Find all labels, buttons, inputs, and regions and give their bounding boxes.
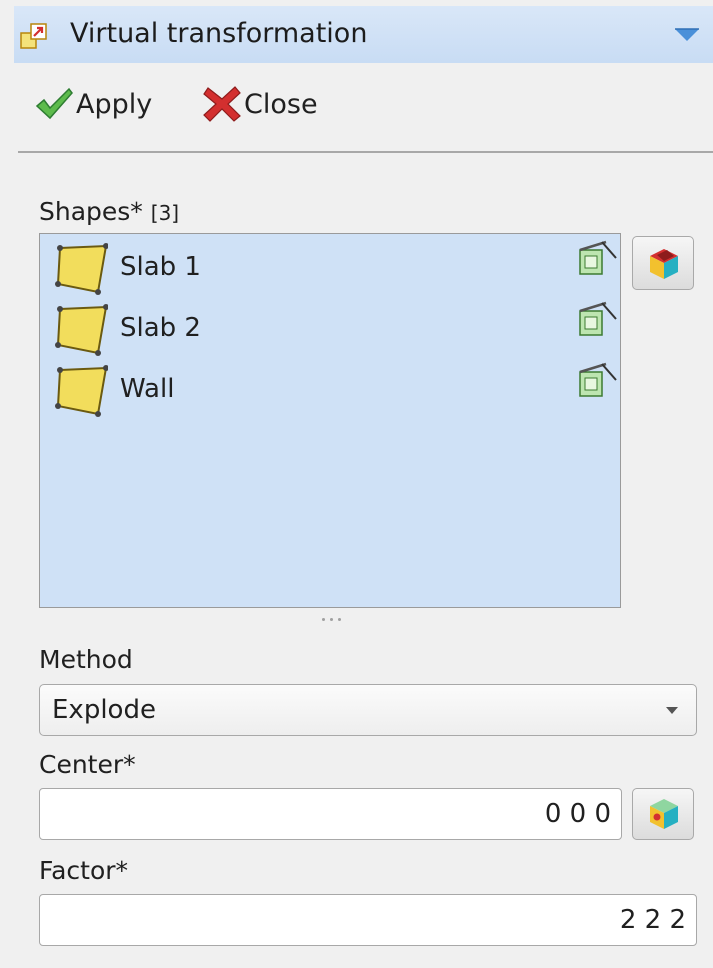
close-button[interactable]: Close [202, 82, 318, 126]
center-label: Center* [39, 750, 136, 779]
factor-input[interactable] [39, 894, 697, 946]
dropdown-arrow-icon [666, 707, 678, 714]
panel-title-bar[interactable]: Virtual transformation [14, 6, 713, 63]
factor-label: Factor* [39, 856, 129, 885]
delete-bin-icon[interactable] [576, 360, 618, 400]
shapes-label-text: Shapes* [39, 197, 143, 226]
cube-point-icon [650, 799, 678, 829]
delete-bin-icon[interactable] [576, 238, 618, 278]
face-shape-icon [55, 304, 108, 356]
list-item[interactable]: Slab 1 [40, 236, 620, 296]
method-label: Method [39, 645, 133, 674]
list-item[interactable]: Slab 2 [40, 297, 620, 357]
chevron-down-icon[interactable] [673, 26, 701, 44]
center-input[interactable] [39, 788, 622, 840]
dialog-button-bar: Apply Close [14, 70, 713, 140]
list-resize-handle[interactable] [318, 612, 348, 624]
virtual-transformation-icon [20, 23, 47, 49]
virtual-transformation-panel: Virtual transformation Apply Close Shape… [0, 0, 713, 968]
close-x-icon [203, 86, 241, 122]
delete-bin-icon[interactable] [576, 299, 618, 339]
check-icon [35, 87, 73, 120]
pick-center-button[interactable] [632, 788, 694, 840]
shapes-count: [3] [150, 201, 180, 225]
apply-button[interactable]: Apply [34, 82, 152, 126]
method-selected-value: Explode [52, 695, 156, 725]
panel-title: Virtual transformation [70, 18, 368, 49]
cube-select-icon [650, 249, 678, 279]
face-shape-icon [55, 243, 108, 295]
shapes-label: Shapes* [3] [39, 197, 179, 228]
shape-item-label: Slab 1 [120, 252, 201, 282]
shapes-list[interactable]: Slab 1 Slab 2 Wall [39, 233, 621, 608]
list-item[interactable]: Wall [40, 358, 620, 418]
shape-item-label: Wall [120, 374, 175, 404]
apply-label: Apply [76, 88, 153, 120]
select-shapes-button[interactable] [632, 236, 694, 290]
shape-item-label: Slab 2 [120, 313, 201, 343]
face-shape-icon [55, 365, 108, 417]
close-label: Close [244, 88, 318, 120]
separator-line [18, 151, 713, 153]
method-select[interactable]: Explode [39, 684, 697, 736]
